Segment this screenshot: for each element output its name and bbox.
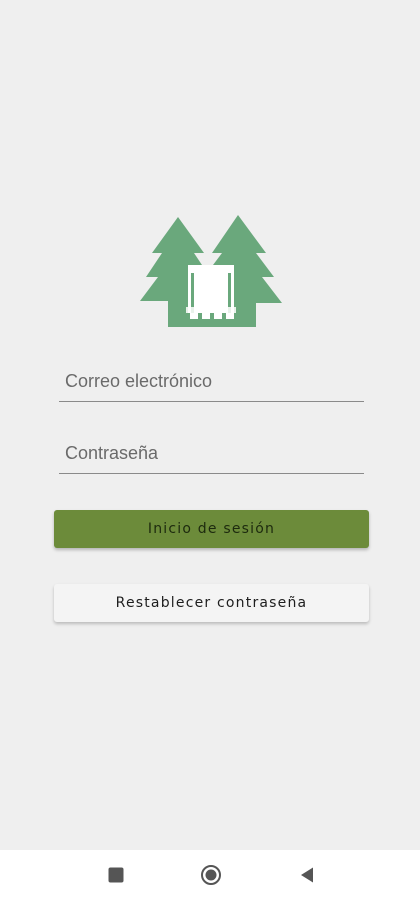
system-navigation-bar [0, 850, 420, 900]
back-button[interactable] [292, 860, 322, 890]
email-field[interactable] [59, 362, 370, 401]
recents-button[interactable] [101, 860, 131, 890]
reset-password-button[interactable]: Restablecer contraseña [54, 584, 369, 622]
circle-icon [201, 865, 221, 885]
password-field-container [59, 434, 370, 474]
login-button[interactable]: Inicio de sesión [54, 510, 369, 548]
login-screen: Inicio de sesión Restablecer contraseña [0, 0, 420, 850]
password-field[interactable] [59, 434, 370, 473]
forest-truck-logo-icon [140, 215, 282, 327]
triangle-back-icon [301, 867, 313, 883]
square-icon [108, 867, 124, 883]
home-button[interactable] [196, 860, 226, 890]
email-field-container [59, 362, 370, 402]
